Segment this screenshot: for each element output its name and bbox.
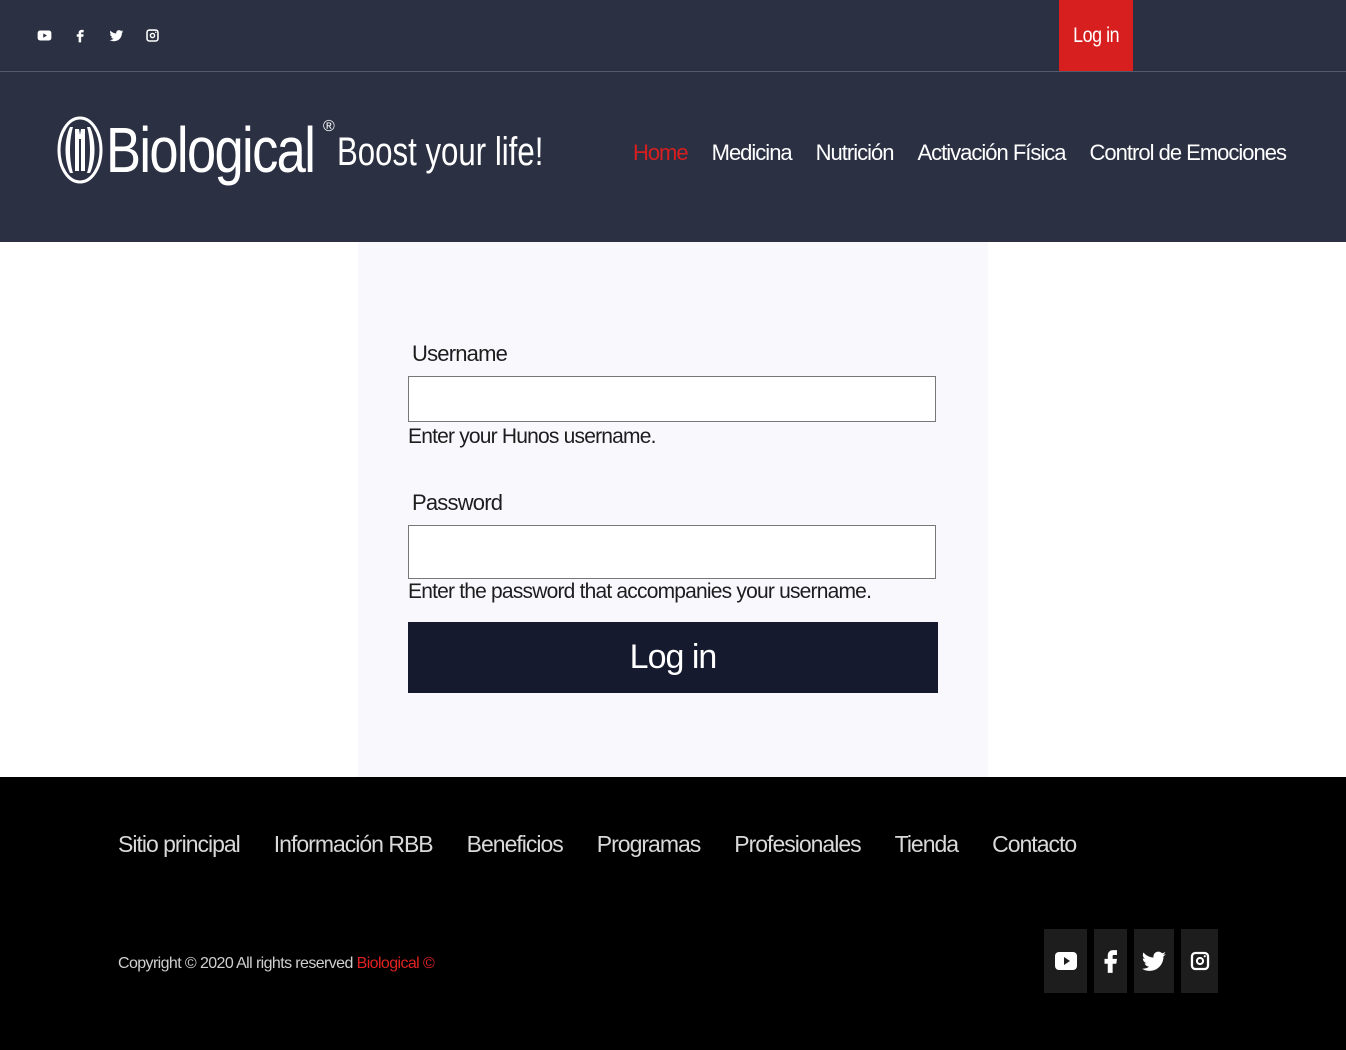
nav-item-medicina[interactable]: Medicina — [712, 140, 793, 166]
footer-link-programas[interactable]: Programas — [597, 831, 701, 858]
logo-mark-icon — [57, 116, 103, 184]
brand-name: Biological — [106, 114, 316, 186]
main-nav: Home Medicina Nutrición Activación Físic… — [633, 140, 1287, 166]
youtube-icon[interactable] — [36, 24, 53, 46]
top-login-button[interactable]: Log in — [1059, 0, 1133, 71]
top-bar: Log in — [0, 0, 1346, 72]
twitter-icon[interactable] — [108, 24, 125, 46]
login-submit-button[interactable]: Log in — [408, 622, 938, 693]
brand-tagline: Boost your life! — [337, 130, 544, 174]
instagram-icon[interactable] — [1181, 929, 1218, 993]
copyright: Copyright © 2020 All rights reserved Bio… — [118, 955, 435, 973]
password-input[interactable] — [408, 525, 936, 579]
site-footer: Sitio principal Información RBB Benefici… — [0, 777, 1346, 1050]
top-social-links — [36, 24, 161, 46]
nav-item-home[interactable]: Home — [633, 140, 689, 166]
username-hint: Enter your Hunos username. — [408, 425, 656, 448]
footer-link-sitio-principal[interactable]: Sitio principal — [118, 831, 241, 858]
footer-link-profesionales[interactable]: Profesionales — [734, 831, 861, 858]
registered-mark: ® — [323, 118, 335, 135]
nav-item-activacion-fisica[interactable]: Activación Física — [917, 140, 1066, 166]
youtube-icon[interactable] — [1044, 929, 1087, 993]
footer-link-contacto[interactable]: Contacto — [992, 831, 1077, 858]
copyright-brand-link[interactable]: Biological © — [357, 955, 435, 972]
username-label: Username — [412, 341, 508, 366]
password-label: Password — [412, 490, 503, 515]
footer-nav: Sitio principal Información RBB Benefici… — [118, 831, 1077, 858]
footer-social-links — [1044, 929, 1218, 993]
nav-item-control-emociones[interactable]: Control de Emociones — [1090, 140, 1287, 166]
footer-link-informacion-rbb[interactable]: Información RBB — [274, 831, 434, 858]
password-hint: Enter the password that accompanies your… — [408, 580, 872, 603]
username-input[interactable] — [408, 376, 936, 422]
twitter-icon[interactable] — [1134, 929, 1174, 993]
nav-item-nutricion[interactable]: Nutrición — [816, 140, 895, 166]
site-header: Biological ® Boost your life! Home Medic… — [0, 72, 1346, 242]
copyright-text: Copyright © 2020 All rights reserved — [118, 955, 353, 972]
facebook-icon[interactable] — [72, 24, 89, 46]
footer-link-beneficios[interactable]: Beneficios — [467, 831, 564, 858]
footer-link-tienda[interactable]: Tienda — [895, 831, 959, 858]
instagram-icon[interactable] — [144, 24, 161, 46]
brand-logo[interactable]: Biological ® Boost your life! — [57, 110, 543, 190]
facebook-icon[interactable] — [1094, 929, 1127, 993]
